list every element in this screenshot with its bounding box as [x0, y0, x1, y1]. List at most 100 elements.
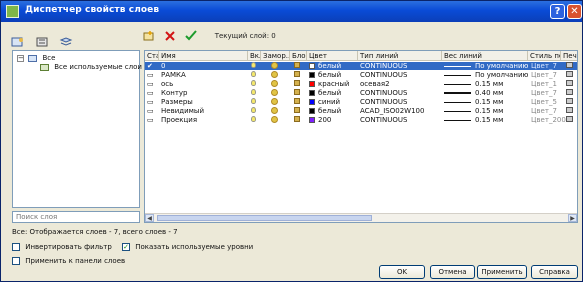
layer-lineweight[interactable]: По умолчанию	[444, 62, 528, 70]
freeze-sun-icon[interactable]	[271, 107, 278, 115]
on-bulb-icon[interactable]	[251, 71, 256, 79]
layer-linetype[interactable]: CONTINUOUS	[360, 71, 407, 79]
delete-layer-icon[interactable]	[164, 30, 178, 42]
on-bulb-icon[interactable]	[251, 116, 256, 124]
layer-color[interactable]: белый	[309, 107, 341, 115]
printer-icon[interactable]	[566, 107, 573, 115]
printer-icon[interactable]	[566, 80, 573, 88]
layer-color[interactable]: белый	[309, 62, 341, 70]
printer-icon[interactable]	[566, 98, 573, 106]
column-freeze[interactable]: Замор...	[261, 51, 290, 61]
layer-lineweight[interactable]: 0.15 мм	[444, 107, 503, 115]
column-color[interactable]: Цвет	[307, 51, 358, 61]
freeze-sun-icon[interactable]	[271, 71, 278, 79]
printer-icon[interactable]	[566, 62, 573, 70]
ok-button[interactable]: OK	[379, 265, 425, 279]
freeze-sun-icon[interactable]	[271, 80, 278, 88]
close-title-button[interactable]: ✕	[567, 4, 582, 19]
lock-icon[interactable]	[294, 107, 300, 115]
layer-plot-style[interactable]: Цвет_7	[531, 89, 557, 97]
layer-plot-style[interactable]: Цвет_7	[531, 62, 557, 70]
layer-color[interactable]: белый	[309, 89, 341, 97]
printer-icon[interactable]	[566, 71, 573, 79]
help-title-button[interactable]: ?	[550, 4, 565, 19]
layer-color[interactable]: белый	[309, 71, 341, 79]
new-layer-icon[interactable]	[143, 30, 157, 42]
table-row[interactable]: ▭ Невидимый белый ACAD_ISO02W100 0.15 мм…	[145, 107, 577, 115]
column-lock[interactable]: Блок...	[290, 51, 307, 61]
lock-icon[interactable]	[294, 71, 300, 79]
table-row[interactable]: ▭ Контур белый CONTINUOUS 0.40 мм Цвет_7	[145, 89, 577, 97]
scroll-right-icon[interactable]: ▶	[568, 214, 577, 222]
apply-button[interactable]: Применить	[477, 265, 527, 279]
new-property-filter-icon[interactable]	[11, 33, 25, 46]
on-bulb-icon[interactable]	[251, 80, 256, 88]
layer-plot-style[interactable]: Цвет_1	[531, 80, 557, 88]
tree-used-layers-item[interactable]: Все используемые слои	[40, 63, 142, 71]
freeze-sun-icon[interactable]	[271, 116, 278, 124]
on-bulb-icon[interactable]	[251, 107, 256, 115]
new-group-filter-icon[interactable]	[35, 33, 49, 46]
layer-plot-style[interactable]: Цвет_7	[531, 71, 557, 79]
show-used-layers-option[interactable]: ✓ Показать используемые уровни	[122, 243, 253, 251]
show-used-layers-checkbox[interactable]: ✓	[122, 243, 130, 251]
help-button[interactable]: Справка	[531, 265, 578, 279]
table-row[interactable]: ▭ ось красный осевая2 0.15 мм Цвет_1	[145, 80, 577, 88]
on-bulb-icon[interactable]	[251, 98, 256, 106]
lock-icon[interactable]	[294, 80, 300, 88]
freeze-sun-icon[interactable]	[271, 98, 278, 106]
layer-lineweight[interactable]: 0.40 мм	[444, 89, 503, 97]
lock-icon[interactable]	[294, 62, 300, 70]
table-row[interactable]: ✔ 0 белый CONTINUOUS По умолчанию Цвет_7	[145, 62, 577, 70]
lock-icon[interactable]	[294, 98, 300, 106]
layer-lineweight[interactable]: 0.15 мм	[444, 116, 503, 124]
layer-states-icon[interactable]	[59, 33, 73, 46]
filter-folder-icon	[28, 54, 38, 62]
layer-linetype[interactable]: CONTINUOUS	[360, 62, 407, 70]
set-current-icon[interactable]	[185, 30, 199, 42]
tree-collapse-icon[interactable]: −	[17, 54, 24, 62]
on-bulb-icon[interactable]	[251, 62, 256, 70]
column-lineweight[interactable]: Вес линий	[442, 51, 528, 61]
scroll-thumb[interactable]	[157, 215, 372, 221]
column-name[interactable]: Имя	[159, 51, 248, 61]
scroll-left-icon[interactable]: ◀	[145, 214, 154, 222]
column-plot[interactable]: Печ...	[561, 51, 577, 61]
invert-filter-checkbox[interactable]	[12, 243, 20, 251]
table-row[interactable]: ▭ Проекция 200 CONTINUOUS 0.15 мм Цвет_2…	[145, 116, 577, 124]
layer-plot-style[interactable]: Цвет_200	[531, 116, 566, 124]
layer-plot-style[interactable]: Цвет_5	[531, 98, 557, 106]
table-row[interactable]: ▭ Размеры синий CONTINUOUS 0.15 мм Цвет_…	[145, 98, 577, 106]
apply-to-toolbar-option[interactable]: Применить к панели слоев	[12, 257, 125, 265]
printer-icon[interactable]	[566, 116, 573, 124]
freeze-sun-icon[interactable]	[271, 89, 278, 97]
freeze-sun-icon[interactable]	[271, 62, 278, 70]
printer-icon[interactable]	[566, 89, 573, 97]
layer-color[interactable]: красный	[309, 80, 349, 88]
column-plot-style[interactable]: Стиль печ...	[528, 51, 561, 61]
invert-filter-option[interactable]: Инвертировать фильтр	[12, 243, 112, 251]
layer-lineweight[interactable]: 0.15 мм	[444, 98, 503, 106]
layer-lineweight[interactable]: 0.15 мм	[444, 80, 503, 88]
apply-to-toolbar-checkbox[interactable]	[12, 257, 20, 265]
on-bulb-icon[interactable]	[251, 89, 256, 97]
layer-linetype[interactable]: CONTINUOUS	[360, 89, 407, 97]
layer-linetype[interactable]: CONTINUOUS	[360, 98, 407, 106]
column-linetype[interactable]: Тип линий	[358, 51, 442, 61]
layer-search-input[interactable]	[12, 211, 140, 223]
lock-icon[interactable]	[294, 116, 300, 124]
layer-linetype[interactable]: осевая2	[360, 80, 390, 88]
column-on[interactable]: Вкл	[248, 51, 261, 61]
tree-root-item[interactable]: − Все	[17, 54, 55, 62]
layer-color[interactable]: 200	[309, 116, 331, 124]
layer-lineweight[interactable]: По умолчанию	[444, 71, 528, 79]
table-row[interactable]: ▭ РАМКА белый CONTINUOUS По умолчанию Цв…	[145, 71, 577, 79]
column-status[interactable]: Ста...	[145, 51, 159, 61]
cancel-button[interactable]: Отмена	[430, 265, 475, 279]
layer-linetype[interactable]: CONTINUOUS	[360, 116, 407, 124]
layer-plot-style[interactable]: Цвет_7	[531, 107, 557, 115]
layer-linetype[interactable]: ACAD_ISO02W100	[360, 107, 424, 115]
lock-icon[interactable]	[294, 89, 300, 97]
layer-color[interactable]: синий	[309, 98, 340, 106]
horizontal-scrollbar[interactable]: ◀ ▶	[145, 213, 577, 222]
